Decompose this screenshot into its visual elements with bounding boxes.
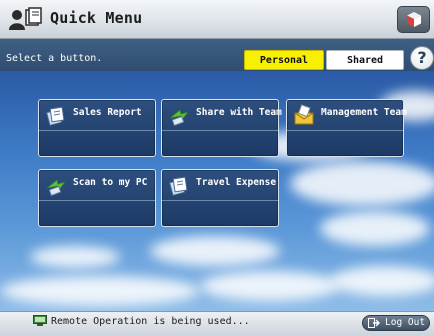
job-label: Sales Report — [73, 107, 142, 118]
job-label: Scan to my PC — [73, 177, 148, 188]
job-button-management-team[interactable]: Management Team — [286, 99, 407, 157]
user-document-icon — [9, 7, 42, 30]
job-label: Share with Team — [196, 107, 282, 118]
document-stack-icon — [169, 176, 188, 196]
green-arrow-send-icon — [169, 109, 190, 126]
tab-shared[interactable]: Shared — [326, 50, 404, 70]
instruction-text: Select a button. — [6, 53, 103, 64]
job-button-share-with-team[interactable]: Share with Team — [161, 99, 282, 157]
status-message: Remote Operation is being used... — [51, 316, 250, 327]
monitor-icon — [33, 315, 47, 326]
tab-personal[interactable]: Personal — [244, 50, 324, 70]
paper-cube-icon — [407, 12, 421, 27]
envelope-mail-icon — [294, 104, 314, 125]
job-button-travel-expense[interactable]: Travel Expense — [161, 169, 279, 227]
job-label: Travel Expense — [196, 177, 277, 188]
help-button[interactable]: ? — [410, 46, 434, 70]
green-arrow-send-icon — [46, 179, 67, 196]
title-bar: Quick Menu — [0, 0, 434, 39]
paper-cube-button[interactable] — [397, 6, 430, 33]
page-title: Quick Menu — [50, 9, 143, 27]
logout-arrow-icon — [368, 318, 380, 328]
document-stack-icon — [46, 106, 65, 126]
job-button-scan-to-my-pc[interactable]: Scan to my PC — [38, 169, 156, 227]
job-button-sales-report[interactable]: Sales Report — [38, 99, 156, 157]
job-label: Management Team — [321, 107, 407, 118]
